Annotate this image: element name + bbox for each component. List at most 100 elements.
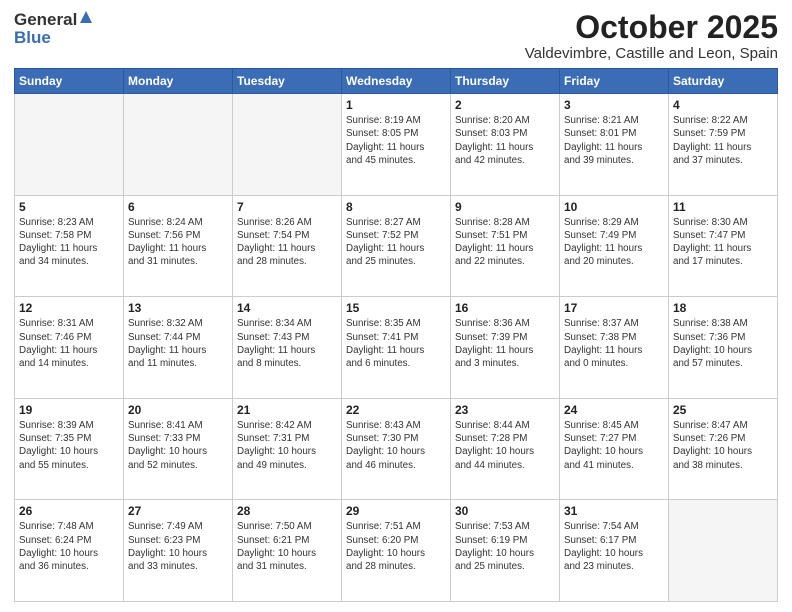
calendar-cell: 3Sunrise: 8:21 AM Sunset: 8:01 PM Daylig… bbox=[560, 94, 669, 196]
calendar-cell: 26 Sunrise: 7:48 AM Sunset: 6:24 PM Dayli… bbox=[15, 500, 124, 602]
calendar-cell bbox=[124, 94, 233, 196]
day-number: 13 bbox=[128, 301, 228, 315]
day-info: Sunrise: 8:43 AM Sunset: 7:30 PM Dayligh… bbox=[346, 419, 446, 472]
calendar-cell: 14 Sunrise: 8:34 AM Sunset: 7:43 PM Dayli… bbox=[233, 297, 342, 399]
calendar-cell: 21 Sunrise: 8:42 AM Sunset: 7:31 PM Dayli… bbox=[233, 398, 342, 500]
day-number: 29 bbox=[346, 504, 446, 518]
header-monday: Monday bbox=[124, 69, 233, 94]
calendar-week-5: 26 Sunrise: 7:48 AM Sunset: 6:24 PM Dayli… bbox=[15, 500, 778, 602]
day-number: 4 bbox=[673, 98, 773, 112]
day-number: 7 bbox=[237, 200, 337, 214]
calendar-cell bbox=[15, 94, 124, 196]
day-info: Sunrise: 8:42 AM Sunset: 7:31 PM Dayligh… bbox=[237, 419, 337, 472]
calendar-cell: 13 Sunrise: 8:32 AM Sunset: 7:44 PM Dayli… bbox=[124, 297, 233, 399]
calendar-cell: 7 Sunrise: 8:26 AM Sunset: 7:54 PM Daylig… bbox=[233, 195, 342, 297]
calendar-cell: 29Sunrise: 7:51 AM Sunset: 6:20 PM Dayli… bbox=[342, 500, 451, 602]
calendar-cell: 28Sunrise: 7:50 AM Sunset: 6:21 PM Dayli… bbox=[233, 500, 342, 602]
day-info: Sunrise: 7:48 AM Sunset: 6:24 PM Dayligh… bbox=[19, 520, 119, 573]
day-info: Sunrise: 8:28 AM Sunset: 7:51 PM Dayligh… bbox=[455, 216, 555, 269]
header-saturday: Saturday bbox=[669, 69, 778, 94]
calendar-cell: 18Sunrise: 8:38 AM Sunset: 7:36 PM Dayli… bbox=[669, 297, 778, 399]
calendar-cell: 27 Sunrise: 7:49 AM Sunset: 6:23 PM Dayli… bbox=[124, 500, 233, 602]
day-number: 15 bbox=[346, 301, 446, 315]
calendar-cell: 6Sunrise: 8:24 AM Sunset: 7:56 PM Daylig… bbox=[124, 195, 233, 297]
day-number: 11 bbox=[673, 200, 773, 214]
day-info: Sunrise: 8:21 AM Sunset: 8:01 PM Dayligh… bbox=[564, 114, 664, 167]
day-info: Sunrise: 8:41 AM Sunset: 7:33 PM Dayligh… bbox=[128, 419, 228, 472]
calendar-week-3: 12 Sunrise: 8:31 AM Sunset: 7:46 PM Dayli… bbox=[15, 297, 778, 399]
header-thursday: Thursday bbox=[451, 69, 560, 94]
calendar-cell: 8 Sunrise: 8:27 AM Sunset: 7:52 PM Daylig… bbox=[342, 195, 451, 297]
calendar-cell: 30 Sunrise: 7:53 AM Sunset: 6:19 PM Dayli… bbox=[451, 500, 560, 602]
calendar-cell: 4 Sunrise: 8:22 AM Sunset: 7:59 PM Daylig… bbox=[669, 94, 778, 196]
day-info: Sunrise: 8:44 AM Sunset: 7:28 PM Dayligh… bbox=[455, 419, 555, 472]
day-info: Sunrise: 8:38 AM Sunset: 7:36 PM Dayligh… bbox=[673, 317, 773, 370]
header-wednesday: Wednesday bbox=[342, 69, 451, 94]
calendar-cell: 2 Sunrise: 8:20 AM Sunset: 8:03 PM Daylig… bbox=[451, 94, 560, 196]
day-number: 14 bbox=[237, 301, 337, 315]
calendar-cell: 22 Sunrise: 8:43 AM Sunset: 7:30 PM Dayli… bbox=[342, 398, 451, 500]
day-info: Sunrise: 8:30 AM Sunset: 7:47 PM Dayligh… bbox=[673, 216, 773, 269]
day-number: 19 bbox=[19, 403, 119, 417]
day-info: Sunrise: 7:54 AM Sunset: 6:17 PM Dayligh… bbox=[564, 520, 664, 573]
day-info: Sunrise: 8:23 AM Sunset: 7:58 PM Dayligh… bbox=[19, 216, 119, 269]
day-number: 16 bbox=[455, 301, 555, 315]
day-number: 20 bbox=[128, 403, 228, 417]
day-info: Sunrise: 8:29 AM Sunset: 7:49 PM Dayligh… bbox=[564, 216, 664, 269]
calendar-week-2: 5 Sunrise: 8:23 AM Sunset: 7:58 PM Daylig… bbox=[15, 195, 778, 297]
day-number: 2 bbox=[455, 98, 555, 112]
day-number: 12 bbox=[19, 301, 119, 315]
day-number: 10 bbox=[564, 200, 664, 214]
day-info: Sunrise: 7:49 AM Sunset: 6:23 PM Dayligh… bbox=[128, 520, 228, 573]
calendar-cell: 5 Sunrise: 8:23 AM Sunset: 7:58 PM Daylig… bbox=[15, 195, 124, 297]
header-friday: Friday bbox=[560, 69, 669, 94]
day-number: 28 bbox=[237, 504, 337, 518]
calendar-cell bbox=[669, 500, 778, 602]
calendar-week-4: 19Sunrise: 8:39 AM Sunset: 7:35 PM Dayli… bbox=[15, 398, 778, 500]
calendar-cell: 20 Sunrise: 8:41 AM Sunset: 7:33 PM Dayli… bbox=[124, 398, 233, 500]
day-info: Sunrise: 8:32 AM Sunset: 7:44 PM Dayligh… bbox=[128, 317, 228, 370]
day-info: Sunrise: 8:20 AM Sunset: 8:03 PM Dayligh… bbox=[455, 114, 555, 167]
day-number: 30 bbox=[455, 504, 555, 518]
calendar-cell: 15 Sunrise: 8:35 AM Sunset: 7:41 PM Dayli… bbox=[342, 297, 451, 399]
day-number: 21 bbox=[237, 403, 337, 417]
day-info: Sunrise: 8:27 AM Sunset: 7:52 PM Dayligh… bbox=[346, 216, 446, 269]
day-info: Sunrise: 8:36 AM Sunset: 7:39 PM Dayligh… bbox=[455, 317, 555, 370]
day-info: Sunrise: 8:47 AM Sunset: 7:26 PM Dayligh… bbox=[673, 419, 773, 472]
day-info: Sunrise: 8:26 AM Sunset: 7:54 PM Dayligh… bbox=[237, 216, 337, 269]
calendar-cell bbox=[233, 94, 342, 196]
day-number: 25 bbox=[673, 403, 773, 417]
day-number: 27 bbox=[128, 504, 228, 518]
calendar-cell: 19Sunrise: 8:39 AM Sunset: 7:35 PM Dayli… bbox=[15, 398, 124, 500]
day-number: 22 bbox=[346, 403, 446, 417]
day-number: 5 bbox=[19, 200, 119, 214]
title-block: October 2025 Valdevimbre, Castille and L… bbox=[525, 10, 778, 62]
calendar-cell: 24Sunrise: 8:45 AM Sunset: 7:27 PM Dayli… bbox=[560, 398, 669, 500]
header-sunday: Sunday bbox=[15, 69, 124, 94]
calendar-cell: 16 Sunrise: 8:36 AM Sunset: 7:39 PM Dayli… bbox=[451, 297, 560, 399]
day-info: Sunrise: 8:22 AM Sunset: 7:59 PM Dayligh… bbox=[673, 114, 773, 167]
calendar-title: October 2025 bbox=[525, 10, 778, 45]
weekday-header-row: Sunday Monday Tuesday Wednesday Thursday… bbox=[15, 69, 778, 94]
calendar-cell: 12 Sunrise: 8:31 AM Sunset: 7:46 PM Dayli… bbox=[15, 297, 124, 399]
day-info: Sunrise: 8:34 AM Sunset: 7:43 PM Dayligh… bbox=[237, 317, 337, 370]
calendar-cell: 11 Sunrise: 8:30 AM Sunset: 7:47 PM Dayli… bbox=[669, 195, 778, 297]
day-info: Sunrise: 7:53 AM Sunset: 6:19 PM Dayligh… bbox=[455, 520, 555, 573]
calendar-cell: 1 Sunrise: 8:19 AM Sunset: 8:05 PM Daylig… bbox=[342, 94, 451, 196]
calendar-cell: 17Sunrise: 8:37 AM Sunset: 7:38 PM Dayli… bbox=[560, 297, 669, 399]
day-number: 26 bbox=[19, 504, 119, 518]
logo-general: General bbox=[14, 10, 77, 30]
calendar-cell: 23 Sunrise: 8:44 AM Sunset: 7:28 PM Dayli… bbox=[451, 398, 560, 500]
day-number: 24 bbox=[564, 403, 664, 417]
day-number: 1 bbox=[346, 98, 446, 112]
day-number: 23 bbox=[455, 403, 555, 417]
calendar-subtitle: Valdevimbre, Castille and Leon, Spain bbox=[525, 45, 778, 62]
day-info: Sunrise: 8:19 AM Sunset: 8:05 PM Dayligh… bbox=[346, 114, 446, 167]
calendar-week-1: 1 Sunrise: 8:19 AM Sunset: 8:05 PM Daylig… bbox=[15, 94, 778, 196]
day-number: 8 bbox=[346, 200, 446, 214]
day-number: 31 bbox=[564, 504, 664, 518]
day-info: Sunrise: 8:35 AM Sunset: 7:41 PM Dayligh… bbox=[346, 317, 446, 370]
day-number: 17 bbox=[564, 301, 664, 315]
day-info: Sunrise: 8:31 AM Sunset: 7:46 PM Dayligh… bbox=[19, 317, 119, 370]
logo: General Blue bbox=[14, 10, 93, 48]
